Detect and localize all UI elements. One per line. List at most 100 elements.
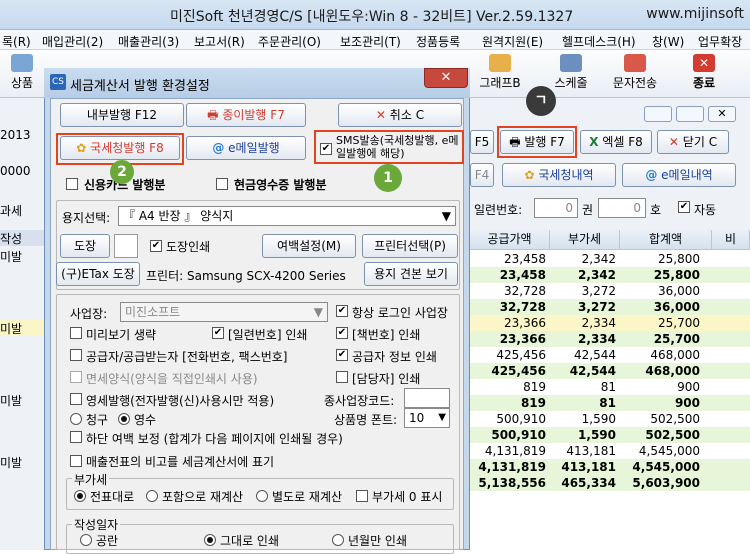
- serial-from-input[interactable]: 0: [534, 198, 578, 218]
- toolbar-exit-label: 종료: [692, 76, 716, 90]
- internal-issue-button[interactable]: 내부발행 F12: [60, 103, 184, 127]
- table-row[interactable]: 500,910 1,590 502,500: [470, 427, 750, 443]
- sub-biz-code-input[interactable]: [404, 388, 450, 408]
- excel-label: 엑셀 F8: [602, 135, 643, 149]
- vat-zero-checkbox[interactable]: [356, 490, 368, 502]
- vat-as-is-radio[interactable]: [74, 490, 86, 502]
- close-button[interactable]: ✕: [708, 106, 736, 122]
- table-row[interactable]: 425,456 42,544 468,000: [470, 347, 750, 363]
- serial-kwon-label: 권: [582, 203, 594, 217]
- zero-rate-checkbox[interactable]: [70, 393, 82, 405]
- table-row[interactable]: 5,138,556 465,334 5,603,900: [470, 475, 750, 491]
- auto-checkbox[interactable]: ✔: [678, 201, 690, 213]
- toolbar-product-button[interactable]: 상품: [2, 54, 42, 94]
- margin-settings-button[interactable]: 여백설정(M): [262, 234, 356, 258]
- etax-stamp-button[interactable]: (구)ETax 도장: [56, 262, 140, 286]
- f5-button[interactable]: F5: [470, 130, 494, 154]
- cell-total: 502,500: [645, 428, 700, 442]
- menu-item-5[interactable]: 보조관리(T): [340, 33, 401, 50]
- date-year-month-radio[interactable]: [332, 534, 344, 546]
- skip-preview-checkbox[interactable]: [70, 327, 82, 339]
- dialog-titlebar: CS 세금계산서 발행 환경설정 ✕: [44, 68, 470, 98]
- table-row[interactable]: 819 81 900: [470, 379, 750, 395]
- vat-inclusive-radio[interactable]: [146, 490, 158, 502]
- book-print-checkbox[interactable]: ✔: [336, 327, 348, 339]
- cash-receipt-checkbox[interactable]: [216, 178, 228, 190]
- table-row[interactable]: 425,456 42,544 468,000: [470, 363, 750, 379]
- supplier-info-checkbox[interactable]: [70, 349, 82, 361]
- book-print-label: [책번호] 인쇄: [352, 328, 421, 342]
- menu-item-8[interactable]: 헬프데스크(H): [562, 33, 636, 50]
- paper-select-dropdown[interactable]: 『 A4 반장 』 양식지 ▼: [118, 206, 456, 226]
- toolbar-graph-button[interactable]: 그래프B: [470, 54, 530, 94]
- table-row[interactable]: 500,910 1,590 502,500: [470, 411, 750, 427]
- menu-item-4[interactable]: 주문관리(O): [258, 33, 321, 50]
- menu-item-3[interactable]: 보고서(R): [194, 33, 245, 50]
- claim-radio[interactable]: [70, 413, 82, 425]
- receipt-radio[interactable]: [118, 413, 130, 425]
- email-issue-button[interactable]: @ e메일발행: [186, 136, 306, 160]
- toolbar-sms-button[interactable]: 문자전송: [604, 54, 666, 94]
- box-icon: [11, 54, 33, 72]
- date-group-title: 작성일자: [72, 516, 121, 533]
- printer-icon: 🖶: [207, 108, 219, 122]
- table-row[interactable]: 23,458 2,342 25,800: [470, 251, 750, 267]
- menu-item-7[interactable]: 원격지원(E): [482, 33, 543, 50]
- table-row[interactable]: 4,131,819 413,181 4,545,000: [470, 459, 750, 475]
- cancel-button[interactable]: ✕ 취소 C: [338, 103, 462, 127]
- menu-item-6[interactable]: 정품등록: [416, 33, 460, 50]
- menu-item-9[interactable]: 창(W): [652, 33, 684, 50]
- table-row[interactable]: 23,366 2,334 25,700: [470, 315, 750, 331]
- exempt-form-label: 면세양식(양식을 직접인쇄시 사용): [86, 372, 258, 386]
- minimize-button[interactable]: [644, 106, 672, 122]
- menu-item-0[interactable]: 록(R): [2, 33, 31, 50]
- sms-checkbox[interactable]: ✔: [320, 143, 332, 155]
- credit-card-checkbox[interactable]: [66, 178, 78, 190]
- supplier-print-checkbox[interactable]: ✔: [336, 349, 348, 361]
- table-row[interactable]: 819 81 900: [470, 395, 750, 411]
- toolbar-exit-button[interactable]: ✕ 종료: [682, 54, 726, 94]
- always-login-checkbox[interactable]: ✔: [336, 305, 348, 317]
- table-row[interactable]: 32,728 3,272 36,000: [470, 283, 750, 299]
- serial-to-input[interactable]: 0: [598, 198, 646, 218]
- remarks-checkbox[interactable]: [70, 455, 82, 467]
- zero-rate-label: 영세발행(전자발행(신)사용시만 적용): [86, 394, 275, 408]
- menu-item-2[interactable]: 매출관리(3): [118, 33, 179, 50]
- toolbar-schedule-button[interactable]: 스케줄: [546, 54, 596, 94]
- manager-print-checkbox[interactable]: [336, 371, 348, 383]
- table-row[interactable]: 4,131,819 413,181 4,545,000: [470, 443, 750, 459]
- email-list-button[interactable]: @ e메일내역: [622, 163, 736, 187]
- vat-separate-radio[interactable]: [256, 490, 268, 502]
- menu-item-10[interactable]: 업무확장: [698, 33, 742, 50]
- bottom-margin-checkbox[interactable]: [70, 431, 82, 443]
- paper-select-label: 용지선택:: [62, 211, 111, 225]
- highlight-issue: [497, 126, 577, 158]
- dialog-close-button[interactable]: ✕: [424, 68, 468, 88]
- business-value: 미진소프트: [125, 305, 181, 319]
- menu-item-1[interactable]: 매입관리(2): [42, 33, 103, 50]
- table-row[interactable]: 23,366 2,334 25,700: [470, 331, 750, 347]
- maximize-button[interactable]: [676, 106, 704, 122]
- nts-list-label: 국세청내역: [538, 168, 594, 182]
- stamp-print-label: 도장인쇄: [166, 240, 211, 254]
- stamp-button[interactable]: 도장: [60, 234, 110, 258]
- serial-print-checkbox[interactable]: ✔: [212, 327, 224, 339]
- cell-total: 468,000: [650, 348, 700, 362]
- nts-list-button[interactable]: ✿ 국세청내역: [502, 163, 616, 187]
- excel-icon: X: [589, 135, 599, 149]
- paper-issue-button[interactable]: 🖶 종이발행 F7: [186, 103, 306, 127]
- close-c-button[interactable]: ✕ 닫기 C: [657, 130, 729, 154]
- business-dropdown[interactable]: 미진소프트 ▼: [120, 302, 328, 322]
- cell-supply: 4,131,819: [478, 460, 546, 474]
- excel-f8-button[interactable]: X 엑셀 F8: [580, 130, 652, 154]
- date-as-is-radio[interactable]: [204, 534, 216, 546]
- stamp-print-checkbox[interactable]: ✔: [150, 240, 162, 252]
- printer-select-button[interactable]: 프린터선택(P): [362, 234, 458, 258]
- preview-paper-button[interactable]: 용지 견본 보기: [364, 262, 458, 286]
- font-size-select[interactable]: 10 ▼: [404, 408, 450, 428]
- date-blank-radio[interactable]: [80, 534, 92, 546]
- table-row[interactable]: 23,458 2,342 25,800: [470, 267, 750, 283]
- exempt-form-checkbox[interactable]: [70, 371, 82, 383]
- f4-button[interactable]: F4: [470, 163, 494, 187]
- table-row[interactable]: 32,728 3,272 36,000: [470, 299, 750, 315]
